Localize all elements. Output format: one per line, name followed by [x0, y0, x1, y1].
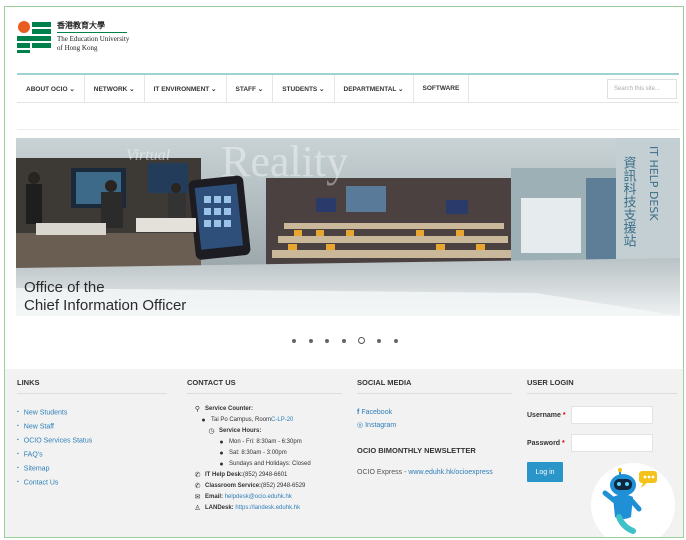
nav-it-environment[interactable]: IT ENVIRONMENT ⌄	[145, 74, 227, 103]
banner-helpdesk-text: IT HELP DESK	[647, 146, 660, 221]
newsletter-link[interactable]: www.eduhk.hk/ocioexpress	[408, 469, 492, 476]
eduhk-logo-icon	[17, 21, 51, 53]
nav-about-ocio[interactable]: ABOUT OCIO ⌄	[17, 74, 85, 103]
login-title: USER LOGIN	[527, 369, 677, 394]
clock-icon: ◷	[208, 428, 215, 435]
carousel-dots	[5, 332, 683, 350]
username-field[interactable]	[571, 406, 653, 424]
person-icon: ♙	[194, 505, 201, 512]
carousel-dot-6[interactable]	[377, 338, 382, 343]
social-column: SOCIAL MEDIA f Facebook ◎ Instagram OCIO B…	[357, 369, 512, 476]
eduhk-logo[interactable]: 香港教育大學 The Education University of Hong …	[17, 21, 129, 53]
room-link[interactable]: C-LP-20	[271, 415, 293, 426]
bullet-icon: ●	[201, 417, 206, 424]
carousel-dot-2[interactable]	[308, 338, 313, 343]
location-pin-icon: ⚲	[194, 406, 201, 413]
login-button[interactable]: Log in	[527, 462, 563, 482]
footer: LINKS New Students New Staff OCIO Servic…	[5, 369, 683, 538]
campus-location: Tai Po Campus, Room	[211, 417, 272, 423]
service-hours-label: Service Hours:	[219, 428, 262, 434]
chatbot-robot-icon[interactable]	[589, 461, 677, 538]
links-column: LINKS New Students New Staff OCIO Servic…	[17, 369, 167, 491]
instagram-icon: ◎	[357, 422, 364, 429]
main-nav: ABOUT OCIO ⌄ NETWORK ⌄ IT ENVIRONMENT ⌄ …	[17, 73, 679, 103]
hours-saturday: Sat: 8:30am - 3:00pm	[229, 450, 287, 456]
classroom-phone: (852) 2948-6529	[261, 483, 306, 489]
contact-title: CONTACT US	[187, 369, 342, 394]
service-counter-label: Service Counter:	[205, 406, 254, 412]
email-label: Email:	[205, 494, 224, 500]
carousel-dot-3[interactable]	[325, 338, 330, 343]
contact-column: CONTACT US ⚲ Service Counter: ● Tai Po Cam…	[187, 369, 342, 514]
bullet-icon: ●	[219, 461, 224, 468]
nav-students[interactable]: STUDENTS ⌄	[273, 74, 335, 103]
newsletter-title: OCIO BIMONTHLY NEWSLETTER	[357, 446, 476, 455]
logo-chinese-name: 香港教育大學	[57, 20, 105, 30]
divider	[17, 129, 679, 130]
banner-virtual-text: Virtual	[126, 147, 171, 164]
banner-title-line1: Office of the	[24, 279, 105, 296]
landesk-label: LANDesk:	[205, 505, 234, 511]
phone-icon: ✆	[194, 472, 201, 479]
facebook-label: Facebook	[361, 409, 393, 416]
landesk-link[interactable]: https://landesk.eduhk.hk	[235, 503, 300, 514]
nav-software[interactable]: SOFTWARE	[414, 74, 470, 103]
instagram-label: Instagram	[365, 422, 397, 429]
helpdesk-label: IT Help Desk:	[205, 472, 244, 478]
carousel-dot-1[interactable]	[292, 338, 297, 343]
phone-icon: ✆	[194, 483, 201, 490]
banner-reality-text: Reality	[221, 138, 348, 186]
nav-departmental[interactable]: DEPARTMENTAL ⌄	[335, 74, 414, 103]
password-label: Password *	[527, 439, 565, 447]
logo-english-name-1: The Education University	[57, 35, 130, 43]
nav-staff[interactable]: STAFF ⌄	[227, 74, 274, 103]
password-field[interactable]	[571, 434, 653, 452]
carousel-dot-5-active[interactable]	[357, 337, 365, 345]
carousel-dot-4[interactable]	[341, 338, 346, 343]
link-sitemap[interactable]: Sitemap	[17, 462, 167, 476]
logo-english-name-2: of Hong Kong	[57, 44, 98, 52]
email-link[interactable]: helpdesk@ocio.eduhk.hk	[225, 492, 292, 503]
facebook-link[interactable]: f Facebook	[357, 406, 512, 419]
social-title: SOCIAL MEDIA	[357, 369, 512, 394]
link-contact-us[interactable]: Contact Us	[17, 476, 167, 490]
username-label: Username *	[527, 411, 566, 419]
envelope-icon: ✉	[194, 494, 201, 501]
banner-title-line2: Chief Information Officer	[24, 297, 186, 314]
links-title: LINKS	[17, 369, 167, 394]
search-input[interactable]: Search this site...	[607, 79, 677, 99]
classroom-label: Classroom Service:	[205, 483, 262, 489]
hours-sunday: Sundays and Holidays: Closed	[229, 461, 311, 467]
bullet-icon: ●	[219, 439, 224, 446]
banner-helpdesk-zh-text: 資訊科技支援站	[621, 156, 637, 247]
link-ocio-services-status[interactable]: OCIO Services Status	[17, 434, 167, 448]
helpdesk-phone: (852) 2948-6601	[243, 472, 288, 478]
link-new-students[interactable]: New Students	[17, 406, 167, 420]
page-frame: 香港教育大學 The Education University of Hong …	[4, 6, 684, 538]
instagram-link[interactable]: ◎ Instagram	[357, 419, 512, 432]
facebook-icon: f	[357, 409, 360, 416]
hours-weekday: Mon - Fri: 8:30am - 6:30pm	[229, 439, 302, 445]
newsletter-prefix: OCIO Express -	[357, 469, 409, 476]
carousel-dot-7[interactable]	[393, 338, 398, 343]
newsletter-text: OCIO Express - www.eduhk.hk/ocioexpress	[357, 469, 512, 476]
hero-banner-image: Virtual Reality IT HELP DESK 資訊科技支援站 Off…	[16, 138, 680, 316]
nav-network[interactable]: NETWORK ⌄	[85, 74, 145, 103]
bullet-icon: ●	[219, 450, 224, 457]
hero-banner[interactable]: Virtual Reality IT HELP DESK 資訊科技支援站 Off…	[16, 138, 680, 316]
link-new-staff[interactable]: New Staff	[17, 420, 167, 434]
link-faqs[interactable]: FAQ's	[17, 448, 167, 462]
